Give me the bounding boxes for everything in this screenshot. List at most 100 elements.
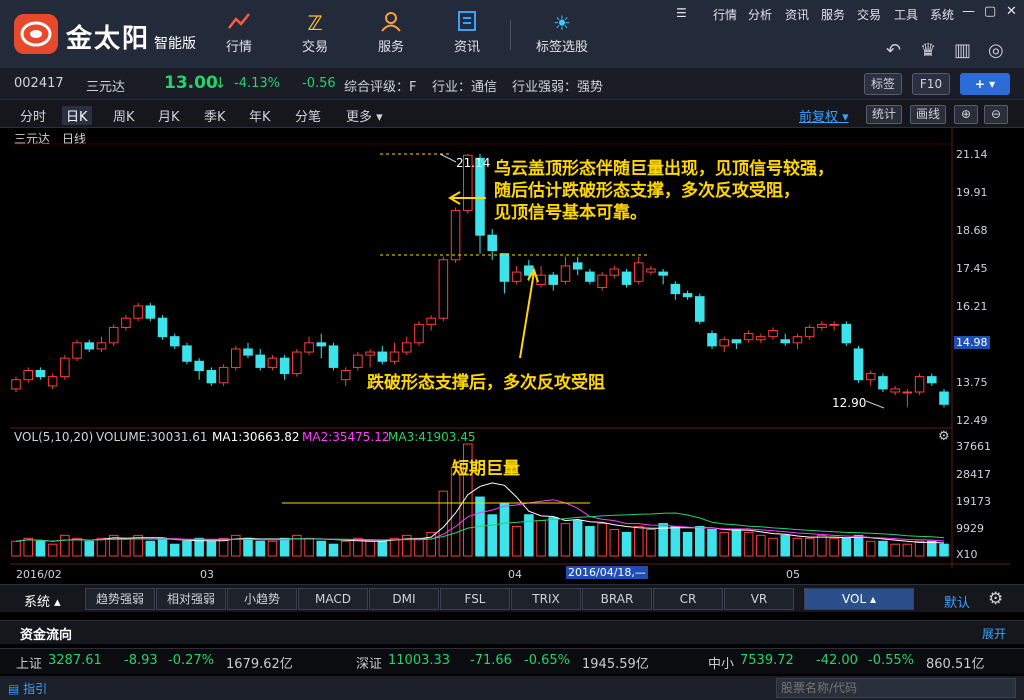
index-change: -71.66 [470,653,512,668]
tab-macd[interactable]: MACD [298,588,368,610]
menu-trade[interactable]: 交易 [857,6,881,23]
nav-label: 行情 [225,40,252,55]
tab-vol[interactable]: VOL ▴ [804,588,914,610]
volume-bar [841,537,852,557]
nav-service[interactable]: 服务 [356,10,426,55]
change-value: -0.56 [302,76,336,91]
bulb-icon: ☀ [553,11,571,35]
minimize-icon[interactable]: — [962,4,975,19]
volume-bar [548,517,559,557]
menu-market[interactable]: 行情 [713,6,737,23]
nav-news[interactable]: 资讯 [432,10,502,55]
zoom-in-icon[interactable]: ⊕ [954,105,978,124]
annotation-mid: 跌破形态支撑后，多次反攻受阻 [367,373,605,393]
stock-search-input[interactable] [776,678,1016,698]
tab-dmi[interactable]: DMI [369,588,439,610]
change-pct: -4.13% [234,76,280,91]
menu-news[interactable]: 资讯 [785,6,809,23]
menu-service[interactable]: 服务 [821,6,845,23]
candle [316,342,327,347]
tab-ticks[interactable]: 分笔 [295,106,321,125]
candle [658,271,668,276]
volume-bar [157,537,168,557]
tab-intraday[interactable]: 分时 [20,106,46,125]
logo-small-icon[interactable]: ◎ [988,40,1004,61]
f10-button[interactable]: F10 [912,73,950,95]
plus-icon: + [974,77,985,91]
index-change: -42.00 [816,653,858,668]
candle [572,262,583,270]
nav-tag-select[interactable]: ☀ 标签选股 [522,10,602,55]
volume-bar [536,520,546,557]
menu-analysis[interactable]: 分析 [748,6,772,23]
candle [511,271,522,282]
nav-label: 资讯 [453,40,480,55]
tab-cr[interactable]: CR [653,588,723,610]
volume-bar [817,534,827,557]
menu-list-icon[interactable]: ☰ [676,6,687,20]
volume-bar [255,540,265,557]
menu-system[interactable]: 系统 [930,6,954,23]
default-link[interactable]: 默认 [944,592,970,611]
bank-icon[interactable]: ▥ [954,40,971,61]
volume-bar [902,543,913,557]
rating: 综合评级：F [344,80,417,95]
index-value: 3287.61 [48,653,102,668]
volume-bar [719,531,729,557]
tab-yearly[interactable]: 年K [249,106,271,125]
candle [340,369,351,381]
volume-bar [377,540,388,557]
nav-market[interactable]: 行情 [204,10,274,55]
tag-button[interactable]: 标签 [864,73,902,95]
vol-settings-icon[interactable]: ⚙ [938,429,950,444]
tab-quarterly[interactable]: 季K [204,106,226,125]
volume-bar [279,537,290,557]
index-pct: -0.27% [168,653,214,668]
system-select[interactable]: 系统 ▴ [24,591,61,610]
tab-fsl[interactable]: FSL [440,588,510,610]
tab-vr[interactable]: VR [724,588,794,610]
index-value: 7539.72 [740,653,794,668]
index-amount: 1679.62亿 [226,657,293,672]
candle [621,271,632,285]
vol-ma3: MA3:41903.45 [388,430,476,444]
candle [243,348,253,356]
draw-button[interactable]: 画线 [910,105,946,124]
volume-bar [829,537,839,557]
tab-trend-strength[interactable]: 趋势强弱 [85,588,155,610]
volume-bar [646,528,656,557]
tab-trix[interactable]: TRIX [511,588,581,610]
add-button[interactable]: + ▾ [960,73,1010,95]
maximize-icon[interactable]: ▢ [984,4,996,19]
menu-tools[interactable]: 工具 [894,6,918,23]
low-label: 12.90 [832,396,867,410]
tab-small-trend[interactable]: 小趋势 [227,588,297,610]
tab-daily[interactable]: 日K [62,106,92,125]
tab-weekly[interactable]: 周K [113,106,135,125]
zoom-out-icon[interactable]: ⊖ [984,105,1008,124]
tab-vol-label: VOL [842,592,867,606]
volume-bar [450,467,461,557]
tab-more[interactable]: 更多 ▾ [346,106,383,125]
expand-link[interactable]: 展开 [982,625,1006,642]
tab-monthly[interactable]: 月K [158,106,180,125]
adjust-select[interactable]: 前复权 ▾ [799,106,849,125]
tab-brar[interactable]: BRAR [582,588,652,610]
price-tick: 19.91 [956,186,988,199]
gear-icon[interactable]: ⚙ [988,589,1003,609]
stat-button[interactable]: 统计 [866,105,902,124]
candle [47,376,58,387]
trophy-icon[interactable]: ♛ [920,40,936,61]
candle [96,342,107,350]
close-icon[interactable]: ✕ [1006,4,1017,19]
candle [304,342,314,353]
index-pct: -0.55% [868,653,914,668]
nav-trade[interactable]: ℤ 交易 [280,10,350,55]
volume-bar [243,537,253,557]
guide-link[interactable]: ▤ 指引 [8,680,47,697]
candle [60,357,70,378]
tab-relative-strength[interactable]: 相对强弱 [156,588,226,610]
date-tick: 03 [200,568,214,581]
back-icon[interactable]: ↶ [886,40,901,61]
candle [731,339,742,344]
